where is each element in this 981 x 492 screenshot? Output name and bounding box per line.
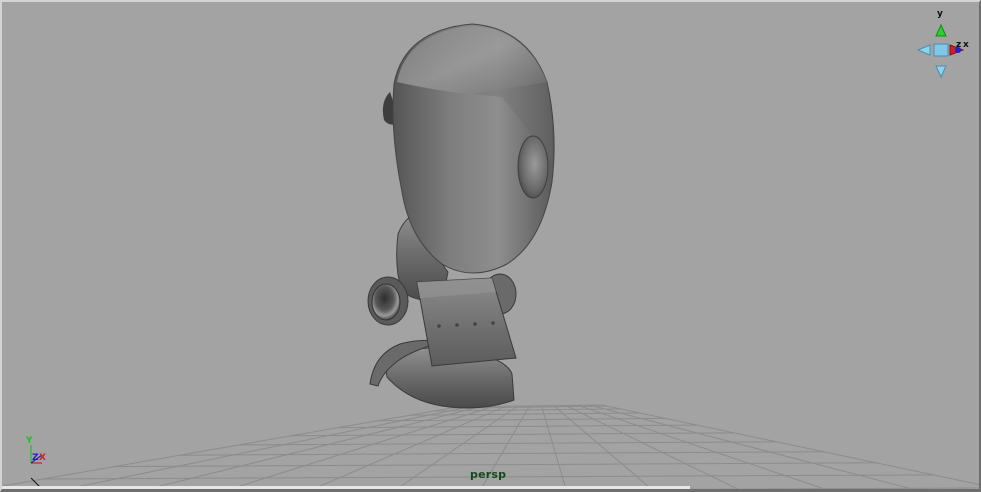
view-cube-z-label: z bbox=[956, 40, 961, 50]
view-cube-x-label: x bbox=[963, 40, 969, 50]
scene-canvas[interactable]: Y Z X y z x bbox=[2, 2, 981, 492]
model-ear bbox=[517, 135, 549, 199]
view-cube-y-arrow bbox=[935, 23, 947, 37]
camera-name-label: persp bbox=[470, 468, 507, 481]
origin-z-label: Z bbox=[32, 453, 39, 463]
view-cube[interactable]: y z x bbox=[916, 9, 969, 79]
view-cube-y-label: y bbox=[937, 9, 943, 19]
perspective-viewport[interactable]: Y Z X y z x persp bbox=[0, 0, 981, 492]
model-head-top bbox=[397, 26, 547, 94]
robot-model[interactable] bbox=[367, 23, 555, 409]
origin-y-label: Y bbox=[25, 436, 33, 446]
origin-x-label: X bbox=[39, 453, 46, 463]
model-joint-left-ring bbox=[371, 283, 401, 321]
viewport-bottom-edge bbox=[2, 486, 690, 489]
